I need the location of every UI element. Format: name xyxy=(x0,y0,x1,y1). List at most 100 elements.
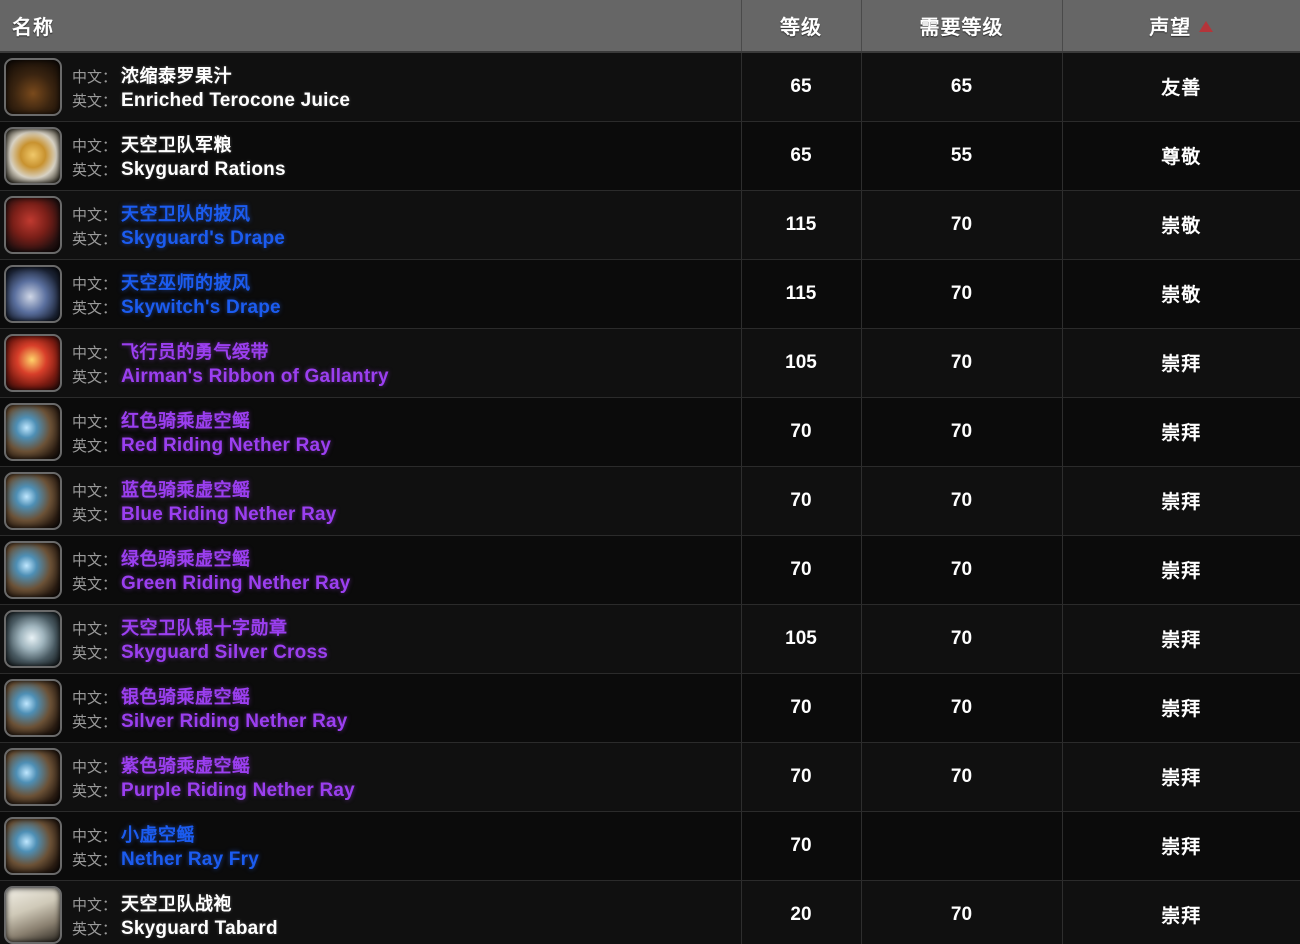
item-name-cn[interactable]: 小虚空鳐 xyxy=(121,821,195,847)
item-name-cn[interactable]: 绿色骑乘虚空鳐 xyxy=(121,545,251,571)
cell-required-level: 70 xyxy=(861,397,1063,467)
column-header-reputation[interactable]: 声望 xyxy=(1062,0,1300,53)
lang-label-en: 英文： xyxy=(72,644,118,662)
table-row[interactable]: 中文： 绿色骑乘虚空鳐 英文： Green Riding Nether Ray 70 70… xyxy=(0,535,1300,605)
lang-label-cn: 中文： xyxy=(72,206,118,224)
item-icon-red-riding-nether-ray[interactable] xyxy=(4,402,62,461)
item-name-cn[interactable]: 浓缩泰罗果汁 xyxy=(121,62,232,88)
cell-item-name: 中文： 绿色骑乘虚空鳐 英文： Green Riding Nether Ray xyxy=(0,535,742,605)
item-name-cn[interactable]: 蓝色骑乘虚空鳐 xyxy=(121,476,251,502)
cell-item-level: 70 xyxy=(741,466,862,536)
item-name-en-row: 英文： Purple Riding Nether Ray xyxy=(72,780,355,802)
cell-item-name: 中文： 天空卫队银十字勋章英文： Skyguard Silver Cross xyxy=(0,604,742,674)
item-icon-skyguard-tabard[interactable] xyxy=(4,885,62,944)
item-name-cn[interactable]: 银色骑乘虚空鳐 xyxy=(121,683,251,709)
table-row[interactable]: 中文： 天空卫队的披风 英文： Skyguard's Drape 115 70 崇敬 xyxy=(0,190,1300,260)
cell-item-level: 115 xyxy=(741,190,862,260)
item-name-en[interactable]: Skyguard Rations xyxy=(121,159,286,181)
table-body: 中文： 浓缩泰罗果汁 英文： Enriched Terocone Juice 65 65 友… xyxy=(0,52,1300,944)
table-header-row: 名称 等级 需要等级 声望 xyxy=(0,0,1300,53)
lang-label-cn: 中文： xyxy=(72,551,118,569)
cell-reputation-standing: 崇拜 xyxy=(1062,880,1300,944)
item-icon-glyph xyxy=(6,474,60,528)
item-name-cn-row: 中文： 红色骑乘虚空鳐 xyxy=(72,407,331,433)
item-icon-skyguard-rations[interactable] xyxy=(4,126,62,185)
table-row[interactable]: 中文： 蓝色骑乘虚空鳐 英文： Blue Riding Nether Ray 70 70 崇… xyxy=(0,466,1300,536)
item-icon-enriched-terocone-juice[interactable] xyxy=(4,57,62,116)
item-name-en[interactable]: Purple Riding Nether Ray xyxy=(121,780,355,802)
item-name-en-row: 英文： Green Riding Nether Ray xyxy=(72,573,351,595)
item-name-en[interactable]: Skywitch's Drape xyxy=(121,297,281,319)
item-name-cn[interactable]: 紫色骑乘虚空鳐 xyxy=(121,752,251,778)
table-row[interactable]: 中文： 小虚空鳐 英文： Nether Ray Fry 70 崇拜 xyxy=(0,811,1300,881)
column-header-required-level[interactable]: 需要等级 xyxy=(861,0,1063,53)
item-icon-blue-riding-nether-ray[interactable] xyxy=(4,471,62,530)
item-icon-green-riding-nether-ray[interactable] xyxy=(4,540,62,599)
cell-required-level: 70 xyxy=(861,742,1063,812)
item-name-cn[interactable]: 天空卫队战袍 xyxy=(121,890,232,916)
item-name-cn-row: 中文： 天空卫队银十字勋章 xyxy=(72,614,328,640)
cell-reputation-standing: 崇拜 xyxy=(1062,466,1300,536)
item-icon-glyph xyxy=(6,681,60,735)
item-name-cn[interactable]: 天空卫队军粮 xyxy=(121,131,232,157)
item-name-en[interactable]: Skyguard Tabard xyxy=(121,918,278,940)
table-row[interactable]: 中文： 浓缩泰罗果汁 英文： Enriched Terocone Juice 65 65 友… xyxy=(0,52,1300,122)
item-name-en-row: 英文： Silver Riding Nether Ray xyxy=(72,711,348,733)
item-icon-airmans-ribbon-of-gallantry[interactable] xyxy=(4,333,62,392)
item-name-cn[interactable]: 天空巫师的披风 xyxy=(121,269,251,295)
item-name-en[interactable]: Enriched Terocone Juice xyxy=(121,90,350,112)
item-name-cn[interactable]: 飞行员的勇气绶带 xyxy=(121,338,269,364)
cell-item-level: 65 xyxy=(741,121,862,191)
item-name-en-row: 英文： Skyguard's Drape xyxy=(72,228,285,250)
cell-item-level: 70 xyxy=(741,811,862,881)
cell-item-level: 65 xyxy=(741,52,862,122)
item-icon-skyguards-drape[interactable] xyxy=(4,195,62,254)
table-row[interactable]: 中文： 紫色骑乘虚空鳐 英文： Purple Riding Nether Ray 70 7… xyxy=(0,742,1300,812)
cell-required-level: 70 xyxy=(861,880,1063,944)
cell-item-level: 115 xyxy=(741,259,862,329)
lang-label-en: 英文： xyxy=(72,161,118,179)
cell-item-level: 105 xyxy=(741,328,862,398)
item-name-en[interactable]: Blue Riding Nether Ray xyxy=(121,504,337,526)
item-icon-glyph xyxy=(6,198,60,252)
item-name-cn[interactable]: 天空卫队银十字勋章 xyxy=(121,614,288,640)
item-name-cn-row: 中文： 银色骑乘虚空鳐 xyxy=(72,683,348,709)
item-name-cn[interactable]: 天空卫队的披风 xyxy=(121,200,251,226)
column-header-name[interactable]: 名称 xyxy=(0,0,742,53)
table-row[interactable]: 中文： 天空卫队军粮 英文： Skyguard Rations 65 55 尊敬 xyxy=(0,121,1300,191)
cell-item-name: 中文： 天空卫队军粮 英文： Skyguard Rations xyxy=(0,121,742,191)
table-row[interactable]: 中文： 红色骑乘虚空鳐 英文： Red Riding Nether Ray 70 70 崇拜 xyxy=(0,397,1300,467)
item-name-en[interactable]: Nether Ray Fry xyxy=(121,849,259,871)
item-name-cn[interactable]: 红色骑乘虚空鳐 xyxy=(121,407,251,433)
table-row[interactable]: 中文： 天空卫队银十字勋章 英文： Skyguard Silver Cross 105 7… xyxy=(0,604,1300,674)
table-row[interactable]: 中文： 天空卫队战袍 英文： Skyguard Tabard 20 70 崇拜 xyxy=(0,880,1300,944)
item-icon-nether-ray-fry[interactable] xyxy=(4,816,62,875)
item-name-cn-row: 中文： 天空卫队战袍 xyxy=(72,890,278,916)
item-icon-glyph xyxy=(6,129,60,183)
lang-label-cn: 中文： xyxy=(72,137,118,155)
column-header-level-label: 等级 xyxy=(780,17,822,39)
item-icon-skyguard-silver-cross[interactable] xyxy=(4,609,62,668)
column-header-level[interactable]: 等级 xyxy=(741,0,862,53)
lang-label-en: 英文： xyxy=(72,782,118,800)
item-icon-purple-riding-nether-ray[interactable] xyxy=(4,747,62,806)
cell-item-level: 105 xyxy=(741,604,862,674)
item-name-en[interactable]: Skyguard Silver Cross xyxy=(121,642,328,664)
cell-required-level: 70 xyxy=(861,259,1063,329)
item-name-cn-row: 中文： 天空卫队军粮 xyxy=(72,131,286,157)
table-row[interactable]: 中文： 飞行员的勇气绶带 英文： Airman's Ribbon of Gallant… xyxy=(0,328,1300,398)
item-name-cn-row: 中文： 小虚空鳐 xyxy=(72,821,259,847)
item-icon-skywitchs-drape[interactable] xyxy=(4,264,62,323)
item-name-en[interactable]: Airman's Ribbon of Gallantry xyxy=(121,366,389,388)
table-row[interactable]: 中文： 天空巫师的披风 英文： Skywitch's Drape 115 70 崇敬 xyxy=(0,259,1300,329)
item-name-en[interactable]: Skyguard's Drape xyxy=(121,228,285,250)
lang-label-en: 英文： xyxy=(72,299,118,317)
item-name-en[interactable]: Red Riding Nether Ray xyxy=(121,435,331,457)
cell-reputation-standing: 崇拜 xyxy=(1062,742,1300,812)
table-row[interactable]: 中文： 银色骑乘虚空鳐 英文： Silver Riding Nether Ray 70 7… xyxy=(0,673,1300,743)
item-name-en[interactable]: Green Riding Nether Ray xyxy=(121,573,350,595)
item-icon-silver-riding-nether-ray[interactable] xyxy=(4,678,62,737)
item-name-en[interactable]: Silver Riding Nether Ray xyxy=(121,711,348,733)
sort-ascending-triangle-icon[interactable] xyxy=(1199,21,1214,33)
cell-item-level: 70 xyxy=(741,535,862,605)
